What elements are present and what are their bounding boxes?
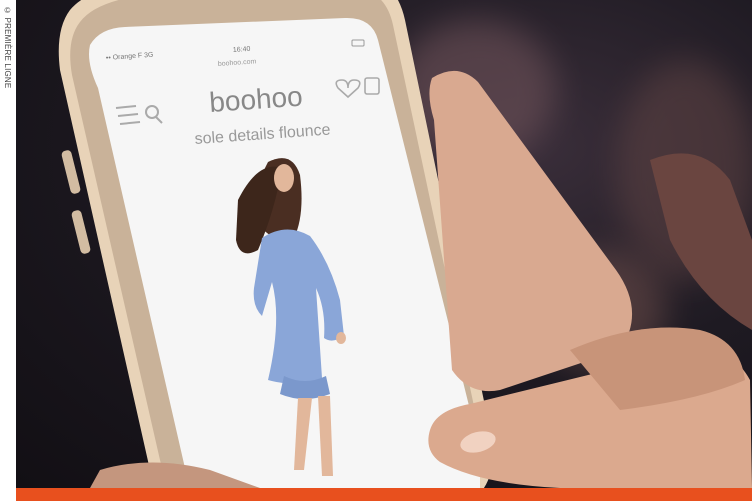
- photo-credit-text: © PREMIÈRE LIGNE: [3, 6, 12, 89]
- accent-bar: [16, 488, 752, 501]
- photo: •• Orange F 3G 16:40 boohoo.com boohoo s…: [16, 0, 752, 488]
- photo-credit: © PREMIÈRE LIGNE: [0, 0, 16, 488]
- user-hand: [428, 70, 752, 488]
- status-time: 16:40: [233, 46, 251, 54]
- phone-scene: •• Orange F 3G 16:40 boohoo.com boohoo s…: [58, 0, 752, 488]
- brand-logo[interactable]: boohoo: [208, 81, 303, 118]
